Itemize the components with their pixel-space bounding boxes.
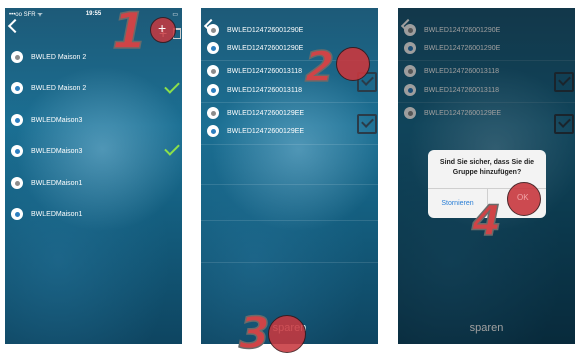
device-row[interactable]: BWLED1247260013118: [207, 83, 302, 97]
step-1-number: 1: [111, 2, 147, 60]
back-chevron-icon[interactable]: [7, 18, 23, 34]
status-bar: [201, 8, 378, 20]
bulb-icon: [404, 24, 416, 36]
bulb-icon: [11, 145, 23, 157]
dialog-message: Sind Sie sicher, dass Sie die Gruppe hin…: [439, 159, 535, 176]
device-row[interactable]: BWLED12472600129​0E: [207, 23, 303, 37]
device-row[interactable]: BWLEDMaison3: [11, 113, 82, 127]
step-3-highlight: [268, 315, 306, 353]
step-2-number: 2: [304, 42, 335, 91]
bulb-icon: [207, 125, 219, 137]
bulb-icon: [11, 177, 23, 189]
bulb-icon: [404, 107, 416, 119]
checkmark-icon: [164, 140, 180, 156]
checkbox-checked: [554, 72, 574, 92]
bulb-icon: [207, 24, 219, 36]
device-label: BWLED1247260013118: [227, 86, 302, 94]
battery-icon: ▭: [172, 11, 178, 18]
device-row[interactable]: BWLED124726001290E: [207, 41, 303, 55]
bulb-icon: [404, 42, 416, 54]
clock: 19:55: [85, 11, 102, 17]
device-label: BWLED124726001290E: [424, 26, 501, 34]
checkbox-checked: [554, 114, 574, 134]
device-label: BWLED124726001290E: [424, 44, 501, 52]
device-label: BWLED124726001290E: [227, 44, 304, 52]
device-row[interactable]: BWLED Maison 2: [11, 81, 86, 95]
bulb-icon: [207, 84, 219, 96]
device-label: BWLED12472600129EE: [424, 109, 502, 117]
device-label: BWLED Maison 2: [31, 84, 87, 92]
device-row[interactable]: BWLED12472600129EE: [207, 106, 304, 120]
screen-device-list: •••oo SFR ᯤ 19:55 ▭ + BWLED Maison 2 BWL…: [5, 8, 182, 344]
device-label: BWLED Maison 2: [31, 53, 87, 61]
device-label: BWLED1247260013118: [424, 67, 499, 75]
device-row: BWLED12472600129EE: [404, 106, 501, 120]
checkbox-checked[interactable]: [357, 114, 377, 134]
device-label: BWLED12472600129​0E: [227, 26, 304, 34]
step-4-number: 4: [471, 196, 502, 245]
device-label: BWLEDMaison1: [31, 210, 83, 218]
bulb-icon: [11, 51, 23, 63]
bulb-icon: [207, 107, 219, 119]
device-row[interactable]: BWLEDMaison1: [11, 207, 82, 221]
device-row[interactable]: BWLED12472600129EE: [207, 124, 304, 138]
device-row: BWLED1247260013118: [404, 64, 499, 78]
bulb-icon: [207, 65, 219, 77]
bulb-icon: [11, 114, 23, 126]
device-row: BWLED1247260013118: [404, 83, 499, 97]
device-row[interactable]: BWLEDMaison1: [11, 176, 82, 190]
device-label: BWLEDMaison3: [31, 147, 83, 155]
device-row[interactable]: BWLEDMaison3: [11, 144, 82, 158]
step-2-highlight: [336, 47, 370, 81]
device-row[interactable]: BWLED1247260013118: [207, 64, 302, 78]
ok-button-label[interactable]: OK: [517, 193, 529, 202]
device-label: BWLEDMaison1: [31, 179, 83, 187]
device-label: BWLED1247260013118: [227, 67, 302, 75]
device-row: BWLED124726001290E: [404, 23, 500, 37]
device-label: BWLED1247260013118: [424, 86, 499, 94]
step-3-number: 3: [238, 308, 270, 359]
add-plus-icon: +: [158, 20, 167, 36]
device-label: BWLED12472600129EE: [227, 127, 305, 135]
device-label: BWLEDMaison3: [31, 116, 83, 124]
device-row[interactable]: BWLED Maison 2: [11, 50, 86, 64]
bulb-icon: [404, 65, 416, 77]
bulb-icon: [11, 208, 23, 220]
screen-confirm-dialog: BWLED124726001290E BWLED124726001290E BW…: [398, 8, 575, 344]
device-label: BWLED12472600129EE: [227, 109, 305, 117]
bulb-icon: [11, 82, 23, 94]
save-button: sparen: [469, 322, 504, 334]
checkmark-icon: [164, 78, 180, 94]
status-bar: [398, 8, 575, 20]
device-row: BWLED124726001290E: [404, 41, 500, 55]
bulb-icon: [207, 42, 219, 54]
bulb-icon: [404, 84, 416, 96]
